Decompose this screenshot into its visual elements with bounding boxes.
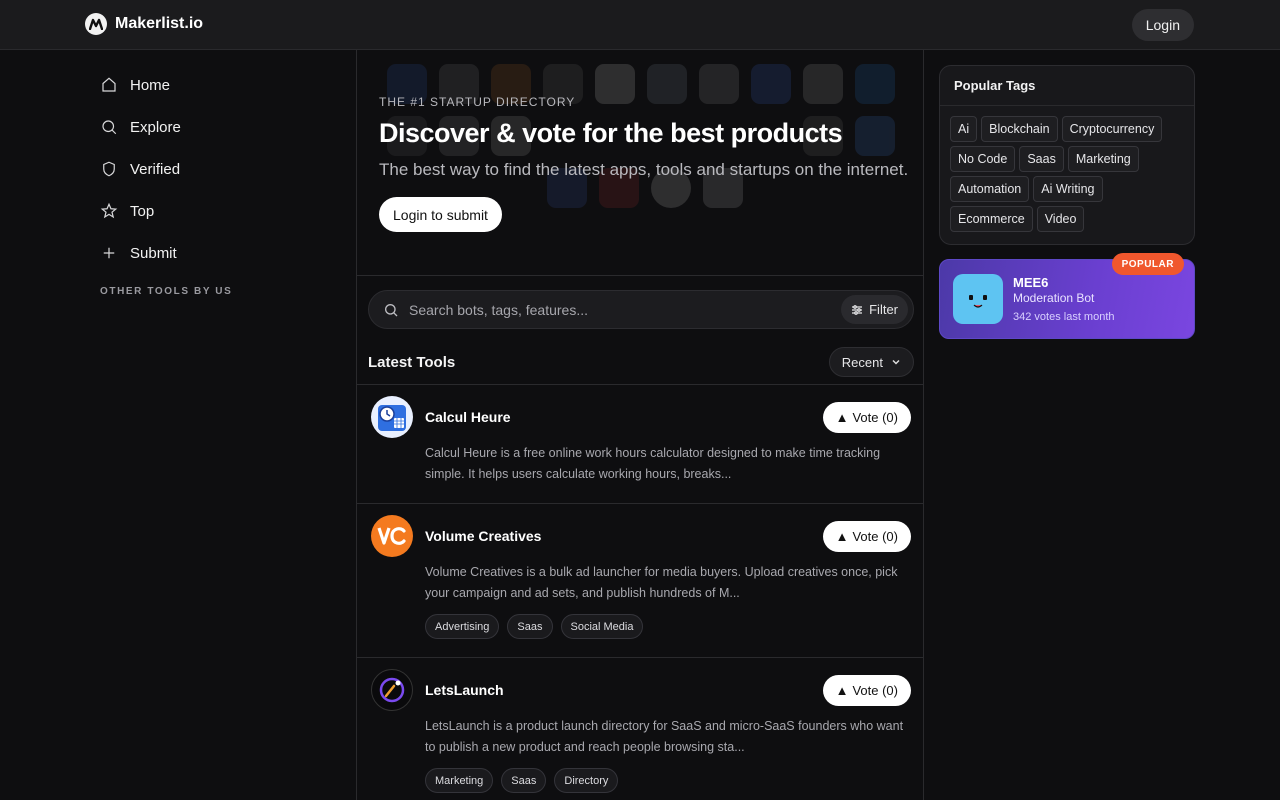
login-button[interactable]: Login — [1131, 9, 1194, 41]
hero-section: THE #1 STARTUP DIRECTORY Discover & vote… — [357, 50, 923, 276]
popular-tags-list: Ai Blockchain Cryptocurrency No Code Saa… — [940, 106, 1194, 242]
star-icon — [100, 202, 118, 219]
sidebar-item-label: Explore — [130, 118, 181, 136]
tag-chip[interactable]: Saas — [507, 614, 553, 639]
login-to-submit-button[interactable]: Login to submit — [379, 197, 502, 232]
popular-promo-card[interactable]: MEE6 Moderation Bot 342 votes last month… — [939, 253, 1195, 339]
list-item[interactable]: Volume Creatives ▲ Vote (0) Volume Creat… — [357, 504, 923, 658]
tag-pill[interactable]: Cryptocurrency — [1061, 116, 1163, 142]
tag-pill[interactable]: Automation — [950, 176, 1030, 202]
tool-description: LetsLaunch is a product launch directory… — [425, 719, 904, 754]
tool-tags: Marketing Saas Directory — [425, 768, 911, 793]
tool-tags: Advertising Saas Social Media — [425, 614, 911, 639]
section-title: Latest Tools — [368, 353, 456, 371]
brand-name: Makerlist.io — [115, 15, 204, 32]
search-icon — [102, 120, 117, 135]
brand-link[interactable]: Makerlist.io — [85, 13, 203, 35]
promo-category: Moderation Bot — [1013, 291, 1095, 305]
hero-title: Discover & vote for the best products — [379, 118, 843, 148]
tool-name[interactable]: Volume Creatives — [425, 528, 823, 544]
sidebar-item-submit[interactable]: Submit — [100, 232, 340, 274]
search-bar: Filter — [368, 290, 914, 329]
tag-pill[interactable]: Ai — [950, 116, 978, 142]
hero-eyebrow: THE #1 STARTUP DIRECTORY — [379, 95, 576, 109]
sidebar-item-home[interactable]: Home — [100, 64, 340, 106]
promo-name: MEE6 — [1013, 275, 1049, 290]
triangle-up-icon: ▲ — [835, 528, 849, 544]
sort-dropdown[interactable]: Recent — [828, 347, 914, 377]
sidebar: Home Explore Verified Top Submit OTHER T… — [100, 64, 340, 298]
popular-tags-panel: Popular Tags Ai Blockchain Cryptocurrenc… — [939, 65, 1195, 245]
hero-subtitle: The best way to find the latest apps, to… — [379, 160, 909, 179]
sidebar-item-top[interactable]: Top — [100, 190, 340, 232]
shield-icon — [103, 161, 115, 177]
letslaunch-logo-icon — [371, 669, 413, 711]
latest-tools-header: Latest Tools Recent — [368, 347, 914, 377]
tag-chip[interactable]: Social Media — [560, 614, 644, 639]
tool-name[interactable]: Calcul Heure — [425, 409, 823, 425]
brand-logo-icon — [85, 13, 107, 35]
search-icon — [385, 303, 398, 316]
panel-title: Popular Tags — [940, 66, 1194, 106]
vote-label: Vote (0) — [852, 682, 898, 698]
tag-pill[interactable]: Ai Writing — [1033, 176, 1103, 202]
vote-button[interactable]: ▲ Vote (0) — [822, 401, 911, 433]
vote-button[interactable]: ▲ Vote (0) — [822, 674, 911, 706]
popular-badge: POPULAR — [1111, 253, 1184, 275]
home-icon — [102, 77, 116, 92]
plus-icon — [103, 247, 115, 259]
tag-pill[interactable]: Saas — [1019, 146, 1064, 172]
tag-chip[interactable]: Saas — [501, 768, 547, 793]
tag-pill[interactable]: No Code — [950, 146, 1016, 172]
vote-button[interactable]: ▲ Vote (0) — [822, 520, 911, 552]
main-column: THE #1 STARTUP DIRECTORY Discover & vote… — [356, 50, 924, 800]
list-item[interactable]: Calcul Heure ▲ Vote (0) Calcul Heure is … — [357, 385, 923, 504]
tag-chip[interactable]: Directory — [554, 768, 619, 793]
sidebar-item-label: Top — [130, 202, 155, 220]
sidebar-item-label: Home — [130, 76, 171, 94]
sidebar-item-verified[interactable]: Verified — [100, 148, 340, 190]
chevron-down-icon — [892, 359, 900, 365]
calcul-heure-logo-icon — [371, 396, 413, 438]
list-item[interactable]: LetsLaunch ▲ Vote (0) LetsLaunch is a pr… — [357, 658, 923, 800]
tools-list: Calcul Heure ▲ Vote (0) Calcul Heure is … — [357, 384, 923, 800]
volume-creatives-logo-icon — [371, 515, 413, 557]
tag-chip[interactable]: Advertising — [425, 614, 500, 639]
tool-description: Calcul Heure is a free online work hours… — [425, 446, 881, 481]
vote-label: Vote (0) — [852, 528, 898, 544]
sidebar-section-heading: OTHER TOOLS BY US — [100, 286, 233, 297]
mee6-avatar — [953, 274, 1003, 324]
tag-pill[interactable]: Ecommerce — [950, 206, 1033, 232]
filter-label: Filter — [869, 302, 898, 317]
tool-name[interactable]: LetsLaunch — [425, 682, 823, 698]
search-input[interactable] — [409, 301, 842, 318]
tag-chip[interactable]: Marketing — [425, 768, 494, 793]
sidebar-item-label: Submit — [130, 244, 177, 262]
top-bar: Makerlist.io Login — [0, 0, 1280, 50]
triangle-up-icon: ▲ — [835, 682, 849, 698]
filter-button[interactable]: Filter — [841, 295, 908, 324]
sidebar-item-label: Verified — [130, 160, 181, 178]
sort-label: Recent — [841, 354, 883, 370]
tag-pill[interactable]: Blockchain — [981, 116, 1058, 142]
sliders-icon — [852, 304, 863, 315]
tag-pill[interactable]: Marketing — [1067, 146, 1139, 172]
tool-description: Volume Creatives is a bulk ad launcher f… — [425, 565, 898, 600]
promo-votes: 342 votes last month — [1013, 311, 1115, 323]
sidebar-item-explore[interactable]: Explore — [100, 106, 340, 148]
tag-pill[interactable]: Video — [1036, 206, 1085, 232]
vote-label: Vote (0) — [852, 409, 898, 425]
triangle-up-icon: ▲ — [835, 409, 849, 425]
